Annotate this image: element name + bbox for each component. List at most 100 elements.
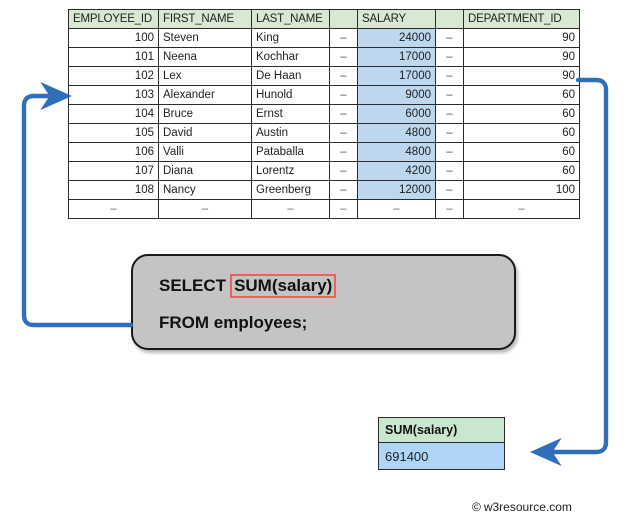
cell-employee-id: 101 [68, 47, 159, 67]
copyright-icon: © [472, 500, 481, 514]
cell-gap2: – [435, 104, 464, 124]
column-header-spacer-1 [329, 9, 358, 29]
sql-statement-line-2: FROM employees; [159, 313, 308, 332]
table-row: 107 Diana Lorentz –4200–60 [68, 161, 580, 181]
cell-department-id: 60 [463, 85, 580, 105]
cell-employee-id: 105 [68, 123, 159, 143]
table-row: 104 Bruce Ernst –6000–60 [68, 104, 580, 124]
cell-last-name: Lorentz [251, 161, 330, 181]
sql-statement-box: SELECT SUM(salary) FROM employees; [131, 254, 516, 350]
cell-department-id: 90 [463, 66, 580, 86]
cell-gap1: – [329, 28, 358, 48]
cell-gap2: – [435, 199, 464, 219]
cell-first-name: Bruce [158, 104, 252, 124]
table-row: 105 David Austin –4800–60 [68, 123, 580, 143]
footer-credit-text: w3resource.com [483, 500, 572, 514]
cell-last-name: King [251, 28, 330, 48]
cell-first-name: Valli [158, 142, 252, 162]
cell-employee-id: – [68, 199, 159, 219]
column-header-first-name: FIRST_NAME [158, 9, 252, 29]
cell-salary: 24000 [357, 28, 436, 48]
cell-employee-id: 103 [68, 85, 159, 105]
table-row: 100 Steven King –24000–90 [68, 28, 580, 48]
cell-department-id: 60 [463, 161, 580, 181]
cell-last-name: Kochhar [251, 47, 330, 67]
cell-gap1: – [329, 123, 358, 143]
cell-department-id: 90 [463, 47, 580, 67]
cell-salary: – [357, 199, 436, 219]
cell-salary: 4800 [357, 142, 436, 162]
cell-first-name: Steven [158, 28, 252, 48]
cell-department-id: 100 [463, 180, 580, 200]
column-header-department-id: DEPARTMENT_ID [463, 9, 580, 29]
footer-credit: © w3resource.com [472, 500, 572, 514]
cell-department-id: 60 [463, 104, 580, 124]
cell-department-id: 60 [463, 142, 580, 162]
table-row: 106 Valli Pataballa –4800–60 [68, 142, 580, 162]
cell-gap2: – [435, 66, 464, 86]
cell-last-name: Hunold [251, 85, 330, 105]
cell-employee-id: 104 [68, 104, 159, 124]
table-row: – – – – – – – [68, 199, 580, 219]
cell-last-name: De Haan [251, 66, 330, 86]
employees-header-row: EMPLOYEE_ID FIRST_NAME LAST_NAME SALARY … [68, 9, 580, 29]
result-table-body: 691400 [378, 442, 505, 470]
cell-first-name: Neena [158, 47, 252, 67]
cell-employee-id: 102 [68, 66, 159, 86]
column-header-employee-id: EMPLOYEE_ID [68, 9, 159, 29]
cell-gap2: – [435, 142, 464, 162]
query-result-table: SUM(salary) 691400 [378, 417, 505, 470]
cell-employee-id: 106 [68, 142, 159, 162]
cell-first-name: David [158, 123, 252, 143]
cell-employee-id: 108 [68, 180, 159, 200]
cell-gap2: – [435, 161, 464, 181]
sql-sum-expression-highlight: SUM(salary) [230, 274, 337, 298]
cell-gap1: – [329, 47, 358, 67]
cell-salary: 17000 [357, 47, 436, 67]
cell-employee-id: 100 [68, 28, 159, 48]
cell-first-name: Diana [158, 161, 252, 181]
cell-last-name: Greenberg [251, 180, 330, 200]
cell-last-name: Pataballa [251, 142, 330, 162]
cell-first-name: Nancy [158, 180, 252, 200]
result-value-sum-salary: 691400 [378, 442, 505, 470]
cell-first-name: – [158, 199, 252, 219]
cell-gap1: – [329, 199, 358, 219]
cell-first-name: Alexander [158, 85, 252, 105]
cell-gap2: – [435, 180, 464, 200]
result-column-header-sum-salary: SUM(salary) [378, 417, 505, 443]
cell-salary: 12000 [357, 180, 436, 200]
table-row: 101 Neena Kochhar –17000–90 [68, 47, 580, 67]
cell-gap1: – [329, 66, 358, 86]
cell-gap1: – [329, 180, 358, 200]
sql-statement-line-1: SELECT SUM(salary) [159, 274, 337, 298]
cell-gap2: – [435, 85, 464, 105]
employees-table-body: 100 Steven King –24000–90 101 Neena Kochhar –17… [68, 28, 580, 219]
cell-gap1: – [329, 142, 358, 162]
cell-employee-id: 107 [68, 161, 159, 181]
cell-department-id: 90 [463, 28, 580, 48]
cell-salary: 4800 [357, 123, 436, 143]
cell-gap1: – [329, 161, 358, 181]
cell-gap2: – [435, 123, 464, 143]
table-row: 102 Lex De Haan –17000–90 [68, 66, 580, 86]
cell-salary: 6000 [357, 104, 436, 124]
cell-gap1: – [329, 104, 358, 124]
cell-salary: 9000 [357, 85, 436, 105]
column-header-salary: SALARY [357, 9, 436, 29]
cell-last-name: Ernst [251, 104, 330, 124]
cell-last-name: Austin [251, 123, 330, 143]
cell-department-id: 60 [463, 123, 580, 143]
cell-gap2: – [435, 28, 464, 48]
sql-select-keyword: SELECT [159, 276, 227, 295]
column-header-spacer-2 [435, 9, 464, 29]
employees-table-head: EMPLOYEE_ID FIRST_NAME LAST_NAME SALARY … [68, 9, 580, 29]
column-header-last-name: LAST_NAME [251, 9, 330, 29]
result-header-row: SUM(salary) [378, 417, 505, 443]
table-row: 103 Alexander Hunold –9000–60 [68, 85, 580, 105]
cell-first-name: Lex [158, 66, 252, 86]
cell-gap1: – [329, 85, 358, 105]
cell-department-id: – [463, 199, 580, 219]
cell-salary: 17000 [357, 66, 436, 86]
result-value-row: 691400 [378, 442, 505, 470]
